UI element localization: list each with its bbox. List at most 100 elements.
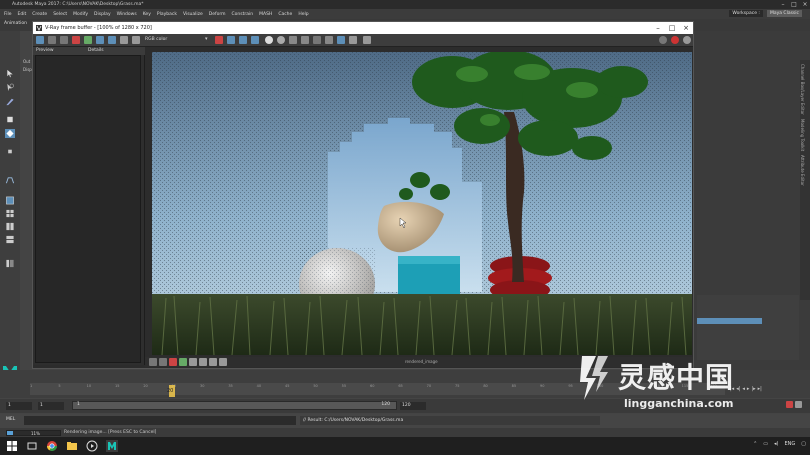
scale-tool-icon[interactable] (5, 147, 15, 156)
language-indicator[interactable]: ENG (784, 441, 795, 447)
blue-channel-icon[interactable] (239, 36, 247, 44)
tab-modeling-toolkit[interactable]: Modeling Toolkit (800, 119, 805, 151)
notifications-icon[interactable]: ▢ (801, 441, 806, 447)
vfb-bottom-tool-3-icon[interactable] (169, 358, 177, 366)
layout-two-icon[interactable] (5, 222, 15, 231)
bucket-icon[interactable] (337, 36, 345, 44)
clear-image-icon[interactable] (72, 36, 80, 44)
lasso-tool-icon[interactable] (5, 83, 15, 92)
select-tool-icon[interactable] (5, 69, 15, 78)
vfb-close-icon[interactable]: × (679, 22, 693, 34)
menu-select[interactable]: Select (53, 12, 67, 17)
task-view-icon[interactable] (26, 440, 38, 452)
region-render-icon[interactable] (301, 36, 309, 44)
vfb-minimize-icon[interactable]: – (651, 22, 665, 34)
workspace-value[interactable]: Maya Classic (766, 10, 802, 17)
focus-icon[interactable] (349, 36, 357, 44)
alpha-channel-icon[interactable] (251, 36, 259, 44)
channel-dropdown[interactable]: RGB color (145, 37, 167, 42)
history-col-details[interactable]: Details (85, 47, 137, 55)
layout-outliner-icon[interactable] (5, 259, 15, 268)
network-icon[interactable]: ▭ (763, 441, 768, 447)
menu-help[interactable]: Help (298, 12, 308, 17)
stop-render-icon[interactable] (671, 36, 679, 44)
selected-layer-row[interactable] (697, 318, 762, 324)
exposure-icon[interactable] (277, 36, 285, 44)
menu-edit[interactable]: Edit (18, 12, 27, 17)
tray-up-icon[interactable]: ⌃ (753, 441, 757, 447)
close-icon[interactable]: × (800, 0, 810, 9)
vfb-bottom-tool-2-icon[interactable] (159, 358, 167, 366)
maximize-icon[interactable]: □ (789, 0, 799, 9)
menu-constrain[interactable]: Constrain (232, 12, 254, 17)
menu-create[interactable]: Create (32, 12, 47, 17)
media-player-icon[interactable] (86, 440, 98, 452)
green-channel-icon[interactable] (227, 36, 235, 44)
interactive-icon[interactable] (325, 36, 333, 44)
lens-effects-icon[interactable] (120, 36, 128, 44)
stamp-icon[interactable] (363, 36, 371, 44)
snap-tool-icon[interactable] (5, 176, 15, 185)
tab-channel-box[interactable]: Channel Box/Layer Editor (800, 64, 805, 115)
render-icon[interactable] (659, 36, 667, 44)
workspace-selector[interactable]: Workspace : Maya Classic (729, 10, 802, 17)
preferences-icon[interactable] (795, 401, 802, 408)
vfb-bottom-tool-7-icon[interactable] (209, 358, 217, 366)
go-to-end-icon[interactable]: ▸| (758, 386, 762, 392)
play-forward-icon[interactable]: ▸ (747, 386, 750, 392)
paint-tool-icon[interactable] (5, 97, 15, 106)
compare-b-icon[interactable] (108, 36, 116, 44)
step-back-icon[interactable]: ◂| (736, 386, 740, 392)
menu-mash[interactable]: MASH (259, 12, 272, 17)
history-col-preview[interactable]: Preview (33, 47, 85, 55)
layout-stack-icon[interactable] (5, 235, 15, 244)
vfb-bottom-tool-6-icon[interactable] (199, 358, 207, 366)
load-image-icon[interactable] (84, 36, 92, 44)
range-slider[interactable]: 1 120 (72, 401, 397, 410)
layout-four-icon[interactable] (5, 209, 15, 218)
vfb-bottom-tool-4-icon[interactable] (179, 358, 187, 366)
auto-key-icon[interactable] (786, 401, 793, 408)
render-view[interactable] (152, 52, 692, 355)
menu-cache[interactable]: Cache (278, 12, 292, 17)
rotate-tool-icon[interactable] (5, 129, 15, 138)
menu-visualize[interactable]: Visualize (183, 12, 203, 17)
playback-start-field[interactable]: 1 (38, 402, 64, 410)
save-all-icon[interactable] (60, 36, 68, 44)
menu-display[interactable]: Display (94, 12, 111, 17)
playback-end-field[interactable]: 120 (400, 402, 426, 410)
teapot-icon[interactable] (683, 36, 691, 44)
menu-key[interactable]: Key (143, 12, 151, 17)
link-to-view-icon[interactable] (313, 36, 321, 44)
chrome-icon[interactable] (46, 440, 58, 452)
maya-taskbar-icon[interactable] (106, 440, 118, 452)
command-language[interactable]: MEL (6, 417, 15, 422)
history-toggle-icon[interactable] (36, 36, 44, 44)
vfb-bottom-tool-8-icon[interactable] (219, 358, 227, 366)
menu-windows[interactable]: Windows (117, 12, 137, 17)
menu-modify[interactable]: Modify (73, 12, 88, 17)
compare-a-icon[interactable] (96, 36, 104, 44)
volume-icon[interactable]: ◂) (774, 441, 778, 447)
menu-playback[interactable]: Playback (157, 12, 177, 17)
menu-file[interactable]: File (4, 12, 12, 17)
track-mouse-icon[interactable] (289, 36, 297, 44)
tab-attribute-editor[interactable]: Attribute Editor (800, 155, 805, 186)
play-back-icon[interactable]: ◂ (742, 386, 745, 392)
save-image-icon[interactable] (48, 36, 56, 44)
chevron-down-icon[interactable]: ▾ (205, 36, 208, 42)
red-channel-icon[interactable] (215, 36, 223, 44)
history-list[interactable] (35, 55, 141, 363)
menu-deform[interactable]: Deform (209, 12, 226, 17)
move-tool-icon[interactable] (5, 115, 15, 124)
settings-icon[interactable] (132, 36, 140, 44)
mono-icon[interactable] (265, 36, 273, 44)
vfb-bottom-tool-1-icon[interactable] (149, 358, 157, 366)
command-input[interactable] (24, 416, 296, 425)
step-forward-icon[interactable]: |▸ (751, 386, 755, 392)
start-time-field[interactable]: 1 (6, 402, 32, 410)
minimize-icon[interactable]: – (778, 0, 788, 9)
file-explorer-icon[interactable] (66, 440, 78, 452)
vfb-bottom-tool-5-icon[interactable] (189, 358, 197, 366)
shelf-tab-animation[interactable]: Animation (4, 21, 27, 26)
